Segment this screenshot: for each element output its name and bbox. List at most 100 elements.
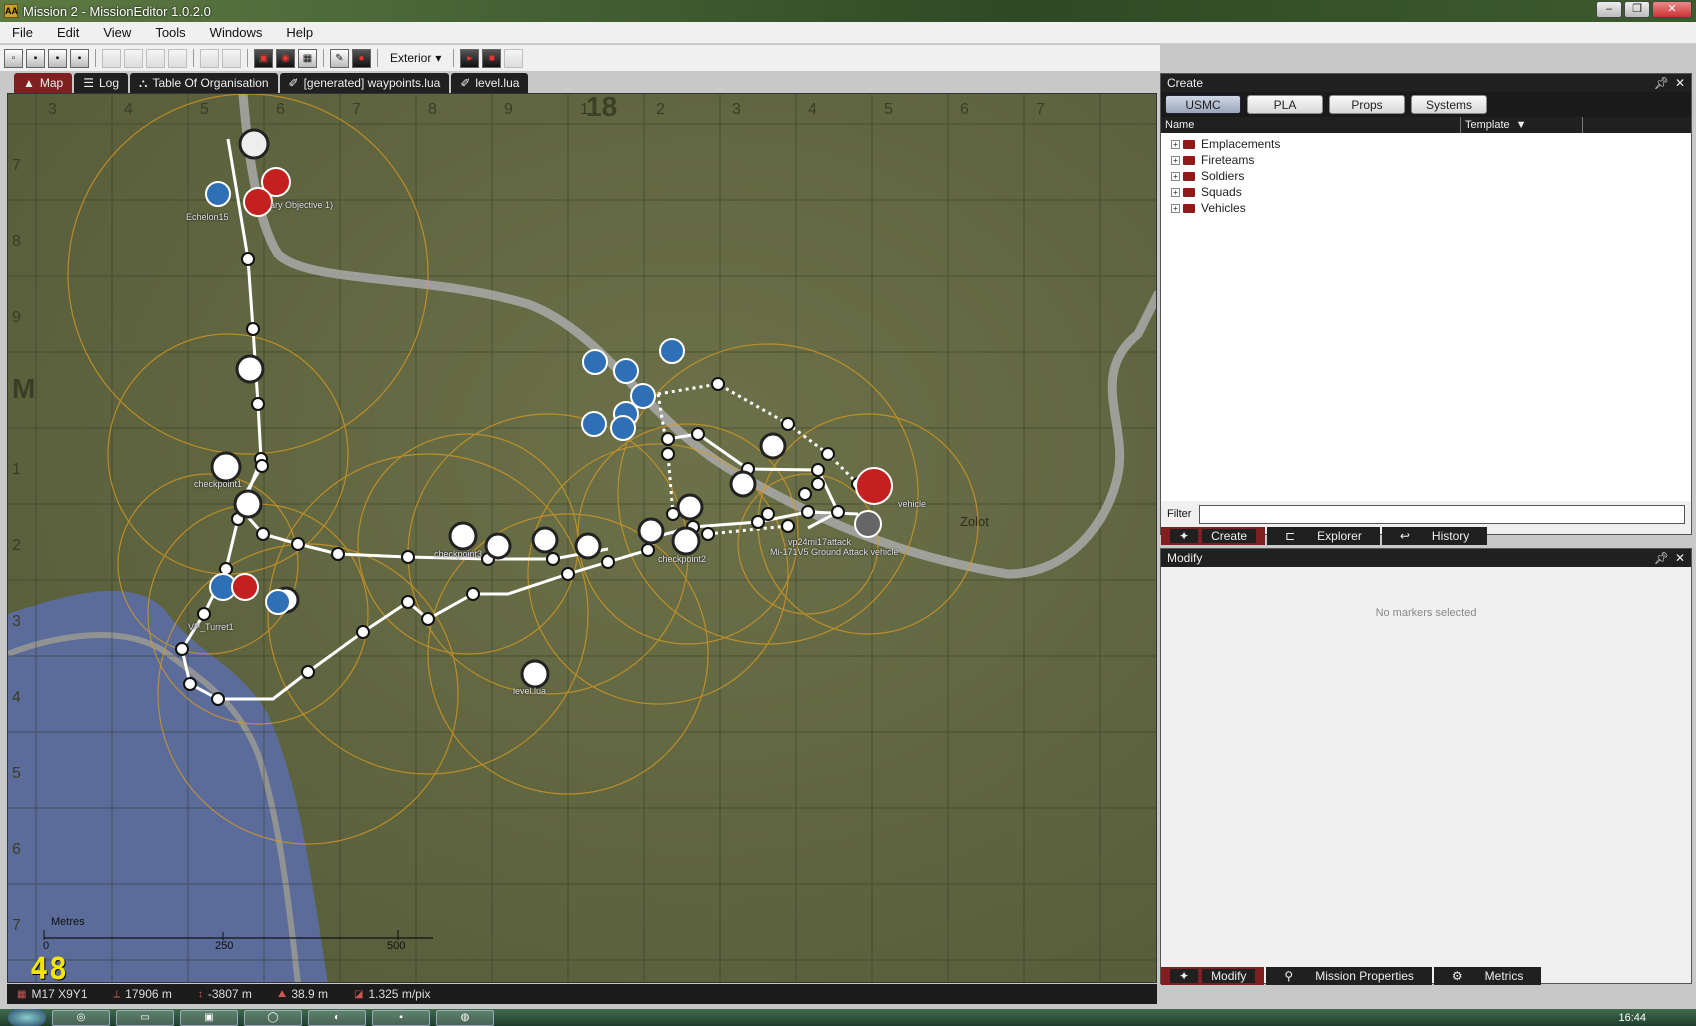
- checkpoint3-marker[interactable]: [448, 521, 478, 551]
- close-icon[interactable]: ✕: [1675, 551, 1685, 565]
- edit-mode-icon[interactable]: ✎: [330, 48, 349, 68]
- waypoint-dot[interactable]: [561, 567, 575, 581]
- tab-map[interactable]: ▲ Map: [14, 73, 73, 93]
- taskbar-globe-icon[interactable]: ◍: [436, 1009, 494, 1026]
- waypoint-dot[interactable]: [831, 505, 845, 519]
- tree-node-vehicles[interactable]: + Vehicles: [1161, 200, 1691, 216]
- flag-waypoint-marker[interactable]: [531, 526, 559, 554]
- waypoint-dot[interactable]: [183, 677, 197, 691]
- waypoint-dot[interactable]: [811, 477, 825, 491]
- checkpoint2-marker[interactable]: [671, 526, 701, 556]
- menu-tools[interactable]: Tools: [143, 25, 197, 40]
- flag-waypoint-marker[interactable]: [637, 517, 665, 545]
- menu-windows[interactable]: Windows: [198, 25, 275, 40]
- blue-ai-marker[interactable]: [265, 589, 291, 615]
- flag-waypoint-marker[interactable]: [235, 354, 265, 384]
- waypoint-dot[interactable]: [781, 417, 795, 431]
- waypoint-dot[interactable]: [421, 612, 435, 626]
- maximize-button[interactable]: ❐: [1624, 1, 1650, 18]
- aircraft-spawn-marker[interactable]: [238, 128, 270, 160]
- checkpoint-marker[interactable]: [759, 432, 787, 460]
- faction-props-button[interactable]: Props: [1329, 95, 1405, 114]
- waypoint-dot[interactable]: [251, 397, 265, 411]
- flag-waypoint-marker[interactable]: [233, 489, 263, 519]
- tab-history[interactable]: ↩ History: [1381, 527, 1488, 545]
- waypoint-dot[interactable]: [811, 463, 825, 477]
- waypoint-dot[interactable]: [546, 552, 560, 566]
- tree-node-fireteams[interactable]: + Fireteams: [1161, 152, 1691, 168]
- waypoint-dot[interactable]: [255, 459, 269, 473]
- delete-icon[interactable]: [168, 48, 187, 68]
- waypoint-dot[interactable]: [781, 519, 795, 533]
- paste-icon[interactable]: [146, 48, 165, 68]
- waypoint-dot[interactable]: [701, 527, 715, 541]
- cut-icon[interactable]: [102, 48, 121, 68]
- menu-view[interactable]: View: [91, 25, 143, 40]
- blue-ai-marker[interactable]: [582, 349, 608, 375]
- waypoint-dot[interactable]: [641, 543, 655, 557]
- waypoint-dot[interactable]: [356, 625, 370, 639]
- flag-waypoint-marker[interactable]: [729, 470, 757, 498]
- redo-icon[interactable]: [222, 48, 241, 68]
- menu-file[interactable]: File: [0, 25, 45, 40]
- blue-ai-marker[interactable]: [581, 411, 607, 437]
- copy-icon[interactable]: [124, 48, 143, 68]
- menu-help[interactable]: Help: [274, 25, 325, 40]
- expand-icon[interactable]: +: [1171, 187, 1180, 197]
- save-all-icon[interactable]: ▪: [70, 48, 89, 68]
- checkpoint1-marker[interactable]: [210, 451, 242, 483]
- marker-tool-icon[interactable]: ▣: [254, 48, 273, 68]
- expand-icon[interactable]: +: [1171, 171, 1180, 181]
- blue-ai-marker[interactable]: [613, 358, 639, 384]
- expand-icon[interactable]: +: [1171, 203, 1180, 213]
- menu-edit[interactable]: Edit: [45, 25, 91, 40]
- expand-icon[interactable]: +: [1171, 155, 1180, 165]
- waypoint-dot[interactable]: [301, 665, 315, 679]
- waypoint-dot[interactable]: [711, 377, 725, 391]
- close-icon[interactable]: ✕: [1675, 76, 1685, 90]
- waypoint-dot[interactable]: [211, 692, 225, 706]
- waypoint-dot[interactable]: [661, 432, 675, 446]
- tab-explorer[interactable]: ⊏ Explorer: [1267, 527, 1380, 545]
- faction-pla-button[interactable]: PLA: [1247, 95, 1323, 114]
- new-icon[interactable]: ▫: [4, 48, 23, 68]
- area-tool-icon[interactable]: ◉: [276, 48, 295, 68]
- close-button[interactable]: ✕: [1652, 1, 1692, 18]
- taskbar-editor-icon[interactable]: ▪: [372, 1009, 430, 1026]
- column-name[interactable]: Name: [1161, 117, 1461, 133]
- tab-level-lua[interactable]: ✐ level.lua: [451, 73, 529, 93]
- waypoint-dot[interactable]: [601, 555, 615, 569]
- view-mode-dropdown[interactable]: Exterior ▾: [384, 51, 447, 65]
- map-canvas[interactable]: 18 3 4 5 6 7 8 9 1 2 3 4 5 6 7 7 8 9 M 1 2 3 4 5 6 7 Zolot: [8, 94, 1157, 983]
- waypoint-dot[interactable]: [241, 252, 255, 266]
- pin-icon[interactable]: 📌︎: [1654, 76, 1669, 90]
- pin-icon[interactable]: 📌︎: [1654, 551, 1669, 565]
- stop-icon[interactable]: ■: [482, 48, 502, 68]
- waypoint-dot[interactable]: [798, 487, 812, 501]
- flag-waypoint-marker[interactable]: [574, 532, 602, 560]
- save-icon[interactable]: ▪: [48, 48, 67, 68]
- faction-usmc-button[interactable]: USMC: [1165, 95, 1241, 114]
- filter-input[interactable]: [1199, 504, 1685, 524]
- tree-node-soldiers[interactable]: + Soldiers: [1161, 168, 1691, 184]
- blue-ai-marker[interactable]: [659, 338, 685, 364]
- blue-echelon-marker[interactable]: [205, 181, 231, 207]
- tree-node-emplacements[interactable]: + Emplacements: [1161, 136, 1691, 152]
- taskbar-browser-icon[interactable]: ◎: [52, 1009, 110, 1026]
- waypoint-dot[interactable]: [175, 642, 189, 656]
- red-strike-marker[interactable]: [243, 187, 273, 217]
- waypoint-dot[interactable]: [256, 527, 270, 541]
- flag-waypoint-marker[interactable]: [484, 532, 512, 560]
- tree-node-squads[interactable]: + Squads: [1161, 184, 1691, 200]
- waypoint-dot[interactable]: [246, 322, 260, 336]
- tab-create[interactable]: ✦ Create: [1161, 527, 1266, 545]
- waypoint-dot[interactable]: [661, 447, 675, 461]
- level-lua-marker[interactable]: [520, 659, 550, 689]
- taskbar-app-icon[interactable]: ▣: [180, 1009, 238, 1026]
- tab-modify[interactable]: ✦ Modify: [1161, 967, 1265, 985]
- waypoint-dot[interactable]: [691, 427, 705, 441]
- tab-log[interactable]: ☰ Log: [74, 73, 129, 93]
- pause-icon[interactable]: [504, 48, 524, 68]
- blue-ai-marker[interactable]: [610, 415, 636, 441]
- waypoint-dot[interactable]: [821, 447, 835, 461]
